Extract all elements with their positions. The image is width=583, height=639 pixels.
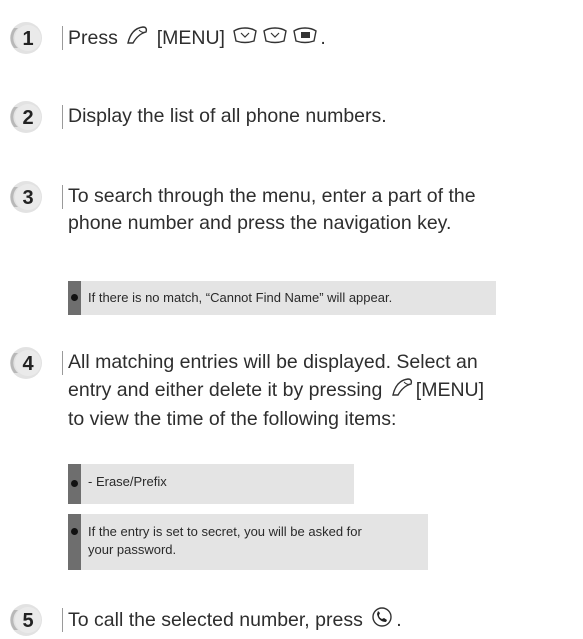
step-number-badge: 5 (6, 602, 56, 638)
note-no-match: If there is no match, “Cannot Find Name”… (68, 281, 496, 315)
step-text: Display the list of all phone numbers. (68, 105, 387, 127)
menu-label: [MENU] (415, 379, 485, 402)
note-bar (68, 514, 81, 570)
step-text-line: All matching entries will be displayed. … (68, 351, 478, 373)
step-text: Press [MENU] . (68, 24, 583, 54)
step-text: To search through the menu, enter a part… (68, 183, 583, 237)
navigation-key-icon (262, 25, 288, 53)
note-erase-prefix: - Erase/Prefix (68, 464, 354, 504)
step-divider (62, 185, 63, 209)
menu-label: [MENU] (156, 27, 225, 50)
step-text: To call the selected number, press . (68, 606, 583, 636)
note-text: If there is no match, “Cannot Find Name”… (88, 290, 393, 305)
step-number-badge: 3 (6, 179, 56, 215)
send-call-key-icon (370, 606, 394, 636)
note-bar (68, 281, 81, 315)
note-text: - Erase/Prefix (88, 474, 167, 489)
step-number: 2 (22, 107, 33, 129)
step-4: 4 All matching entries will be displayed… (0, 345, 583, 445)
step-3: 3 To search through the menu, enter a pa… (0, 179, 583, 259)
step-text-line: To search through the menu, enter a part… (68, 185, 476, 207)
step-number: 3 (22, 187, 33, 209)
step-number: 4 (22, 353, 34, 375)
step-1: 1 Press [MENU] . (0, 16, 583, 56)
step-text: All matching entries will be displayed. … (68, 349, 583, 433)
step-number: 1 (22, 28, 33, 50)
navigation-key-icon (232, 25, 258, 53)
period: . (396, 609, 402, 632)
step-number-badge: 1 (6, 20, 56, 56)
step-text-line: to view the time of the following items: (68, 408, 397, 430)
bullet-icon (71, 528, 78, 535)
step-text-line: phone number and press the navigation ke… (68, 212, 452, 234)
step-number-badge: 4 (6, 345, 56, 381)
menu-soft-key-icon (390, 376, 414, 406)
note-secret: If the entry is set to secret, you will … (68, 514, 428, 570)
step-label: Press (68, 27, 118, 50)
step-divider (62, 26, 63, 50)
note-line: your password. (88, 542, 177, 557)
bullet-icon (71, 480, 78, 487)
step-2: 2 Display the list of all phone numbers. (0, 99, 583, 139)
number-key-icon (292, 25, 318, 53)
bullet-icon (71, 294, 78, 301)
note-line: If the entry is set to secret, you will … (88, 524, 362, 539)
step-number-badge: 2 (6, 99, 56, 135)
note-text: If the entry is set to secret, you will … (88, 523, 420, 559)
step-divider (62, 105, 63, 129)
step-5: 5 To call the selected number, press . (0, 600, 583, 639)
period: . (320, 27, 326, 50)
step-text-line: entry and either delete it by pressing [… (68, 376, 583, 406)
step-divider (62, 608, 63, 632)
step-text-part: entry and either delete it by pressing (68, 379, 383, 402)
step-number: 5 (22, 610, 33, 632)
note-bar (68, 464, 81, 504)
step-label: To call the selected number, press (68, 609, 363, 632)
step-divider (62, 351, 63, 375)
menu-soft-key-icon (125, 24, 149, 54)
